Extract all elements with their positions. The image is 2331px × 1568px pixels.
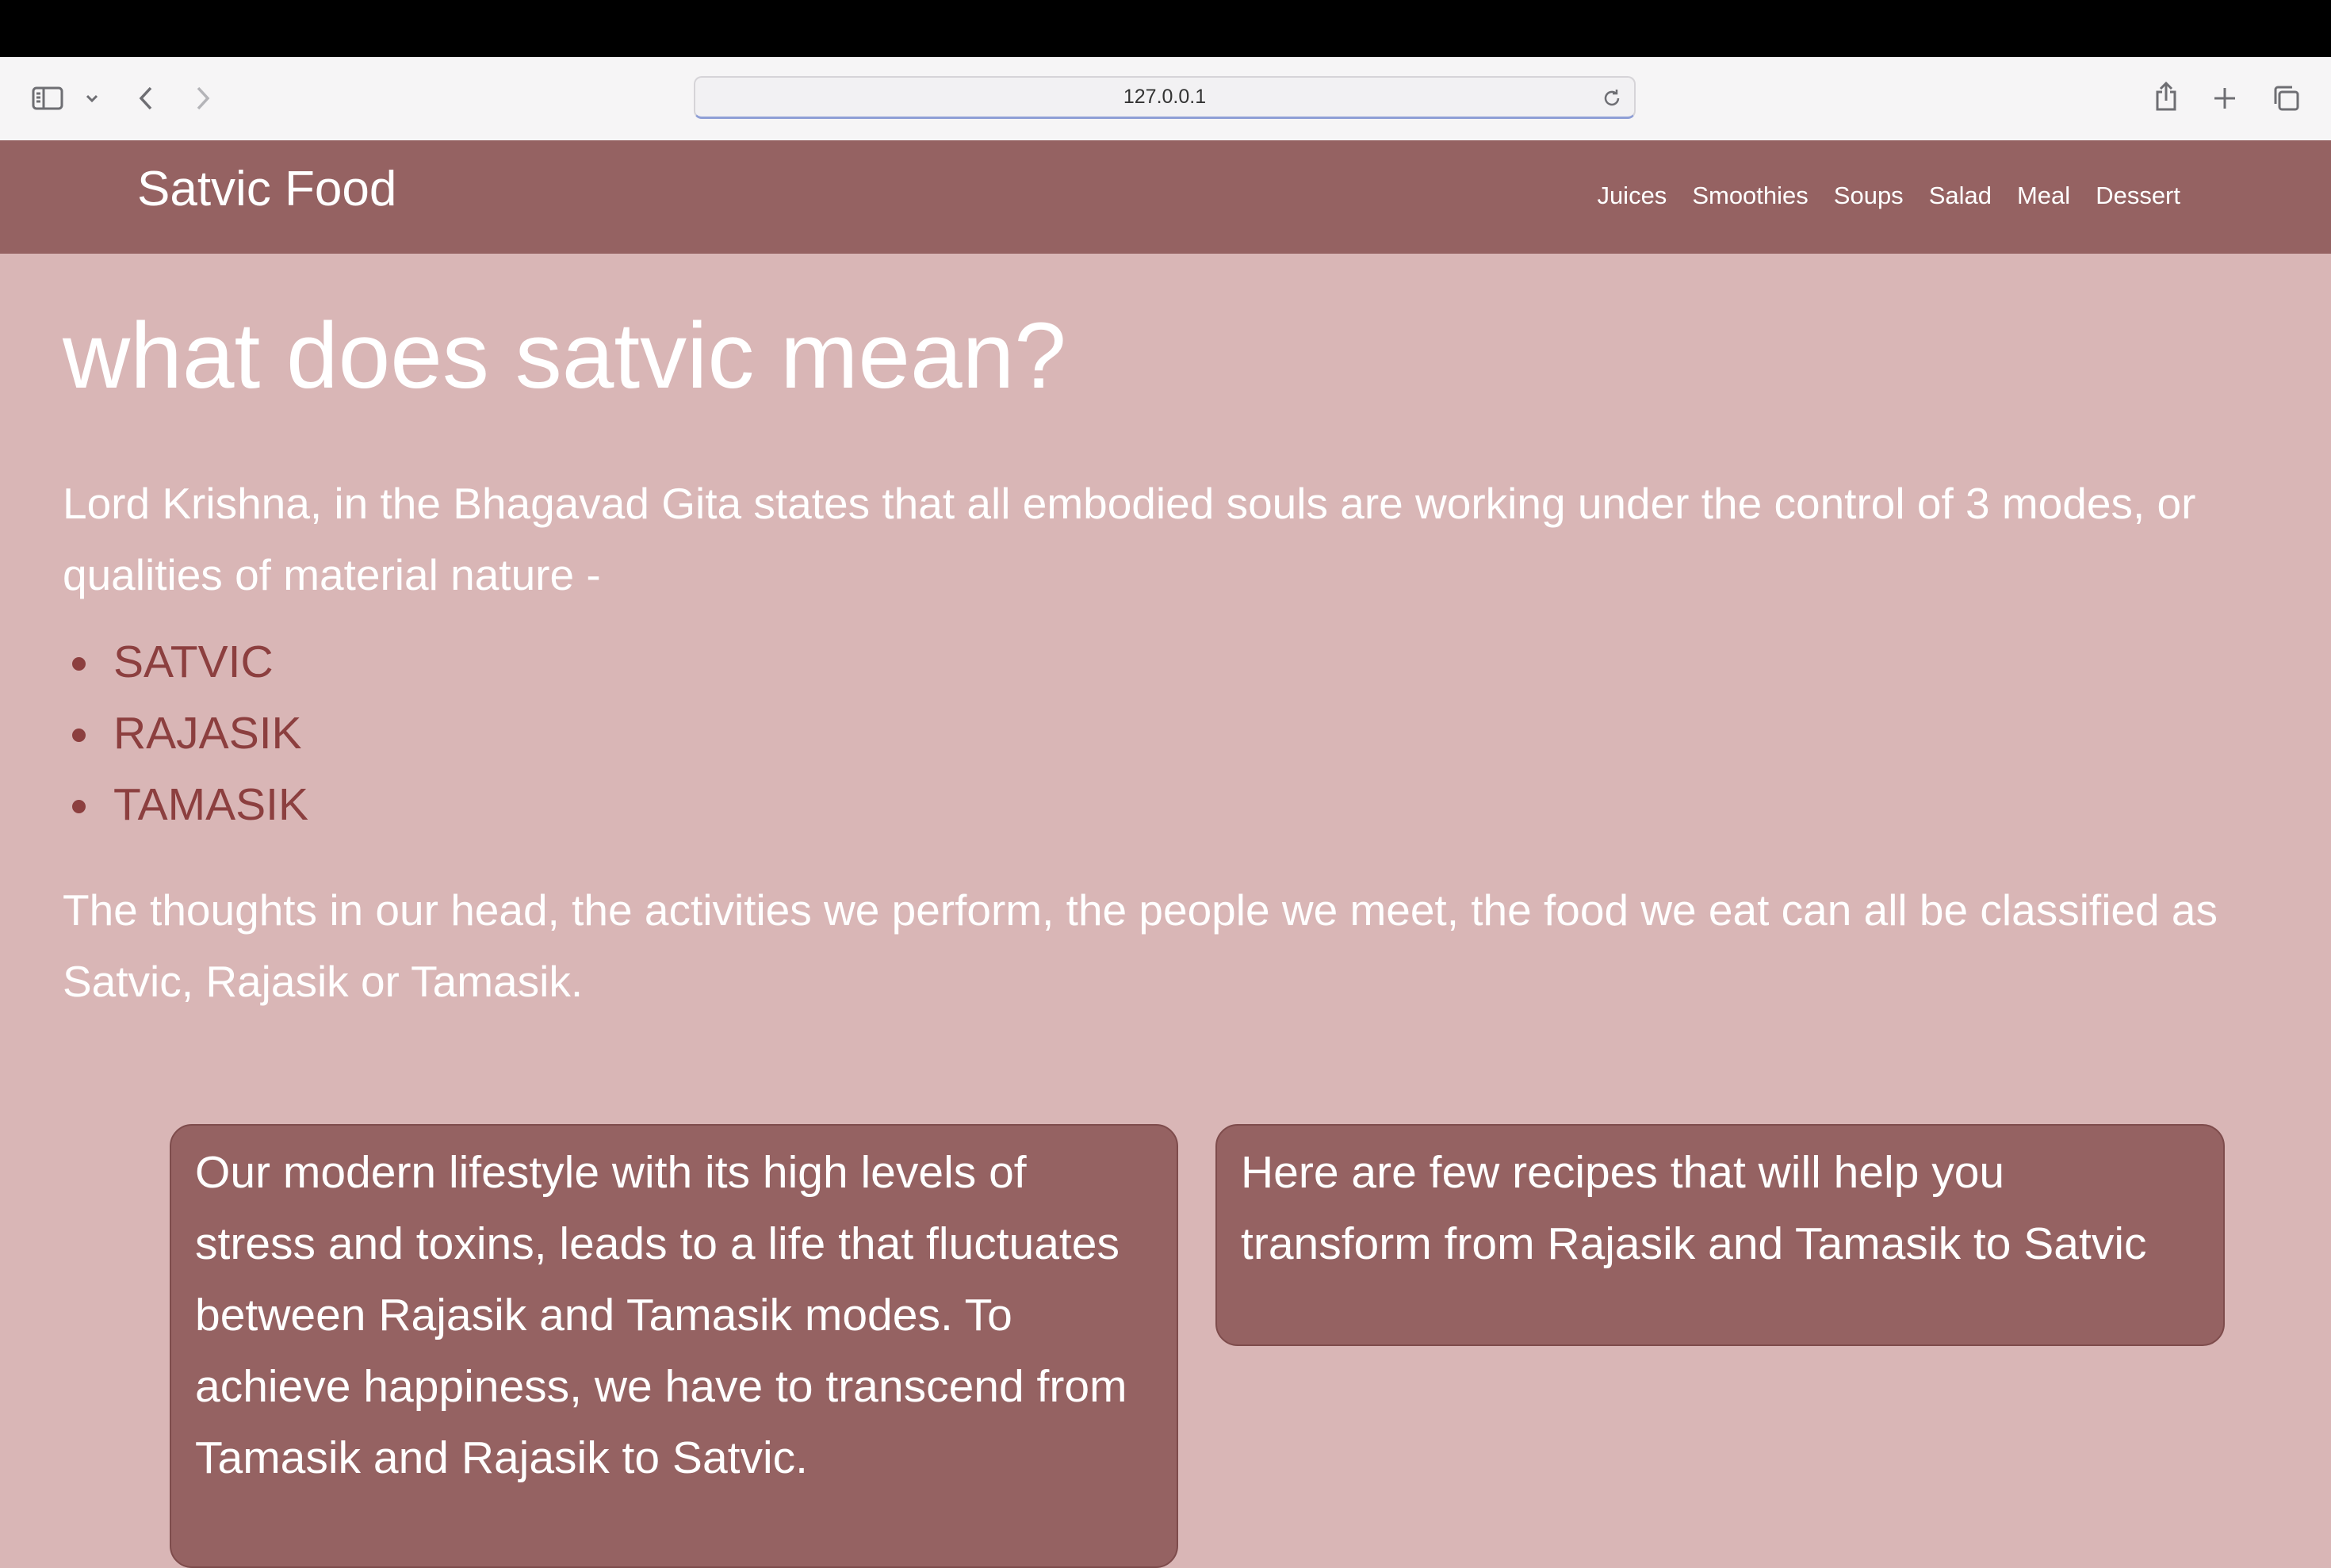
nav-link-juices[interactable]: Juices — [1597, 182, 1667, 210]
recipes-card: Here are few recipes that will help you … — [1215, 1124, 2225, 1346]
lifestyle-card-text: Our modern lifestyle with its high level… — [195, 1147, 1127, 1483]
list-item-rajasik: RAJASIK — [63, 698, 308, 769]
nav-link-smoothies[interactable]: Smoothies — [1692, 182, 1808, 210]
forward-icon[interactable] — [189, 82, 217, 114]
site-brand[interactable]: Satvic Food — [137, 161, 396, 217]
page-heading: what does satvic mean? — [63, 304, 1066, 408]
main-nav: Juices Smoothies Soups Salad Meal Desser… — [1597, 182, 2180, 210]
nav-link-meal[interactable]: Meal — [2017, 182, 2070, 210]
new-tab-icon[interactable] — [2209, 82, 2241, 114]
nav-link-dessert[interactable]: Dessert — [2096, 182, 2180, 210]
main-content: what does satvic mean? Lord Krishna, in … — [63, 304, 2330, 1006]
browser-toolbar: 127.0.0.1 — [0, 57, 2331, 142]
recipes-card-text: Here are few recipes that will help you … — [1241, 1147, 2147, 1269]
tab-overview-icon[interactable] — [2269, 82, 2302, 114]
chevron-down-icon[interactable] — [82, 89, 101, 108]
intro-paragraph: Lord Krishna, in the Bhagavad Gita state… — [63, 479, 2196, 599]
nav-link-salad[interactable]: Salad — [1929, 182, 1992, 210]
modes-list: SATVIC RAJASIK TAMASIK — [63, 626, 308, 840]
back-icon[interactable] — [132, 82, 160, 114]
share-icon[interactable] — [2150, 79, 2182, 114]
reload-icon[interactable] — [1601, 87, 1623, 113]
address-text: 127.0.0.1 — [1123, 86, 1207, 108]
summary-paragraph: The thoughts in our head, the activities… — [63, 885, 2218, 1006]
address-bar[interactable]: 127.0.0.1 — [694, 76, 1636, 119]
sidebar-icon[interactable] — [30, 82, 65, 114]
nav-link-soups[interactable]: Soups — [1834, 182, 1904, 210]
list-item-satvic: SATVIC — [63, 626, 308, 698]
list-item-tamasik: TAMASIK — [63, 769, 308, 840]
lifestyle-card: Our modern lifestyle with its high level… — [170, 1124, 1178, 1568]
screen-top-bar — [0, 0, 2331, 57]
site-header: Satvic Food Juices Smoothies Soups Salad… — [0, 140, 2331, 254]
